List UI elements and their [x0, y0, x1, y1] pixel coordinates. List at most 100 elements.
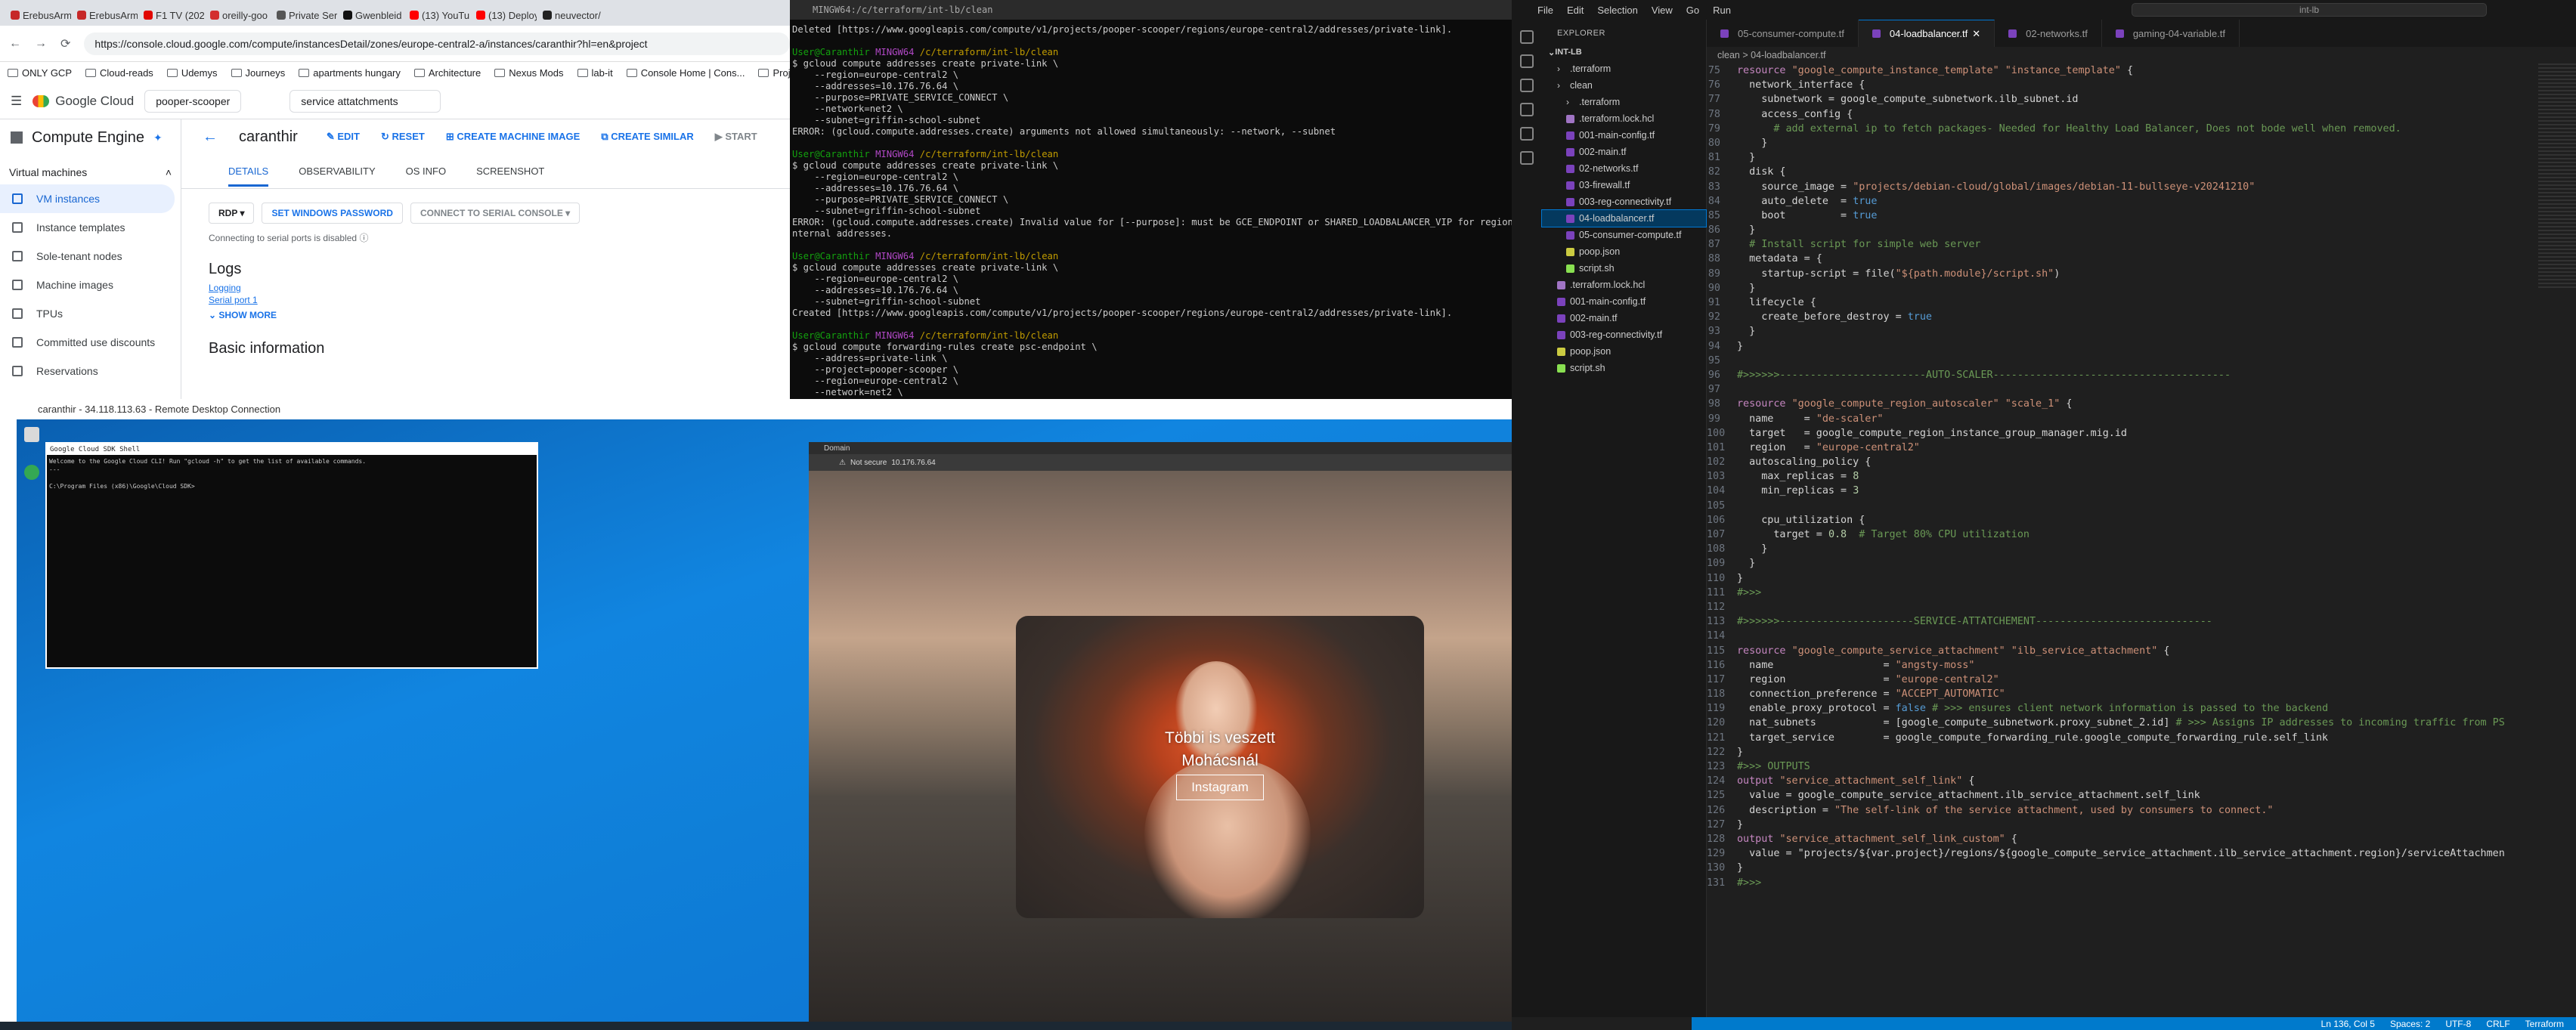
file-tree-item[interactable]: 001-main-config.tf [1542, 293, 1706, 310]
file-tree-item[interactable]: .terraform.lock.hcl [1542, 277, 1706, 293]
sidebar-item[interactable]: Instance templates [0, 213, 181, 242]
browser-tab[interactable]: Private Serv [272, 5, 337, 26]
rdp-dropdown[interactable]: RDP ▾ [209, 203, 255, 224]
logging-link[interactable]: Logging [181, 278, 790, 293]
bookmark-item[interactable]: Architecture [413, 67, 481, 79]
cloud-sdk-shell-window[interactable]: Google Cloud SDK Shell Welcome to the Go… [45, 442, 538, 669]
menu-item[interactable]: Run [1713, 5, 1731, 16]
file-tree-item[interactable]: › clean [1542, 77, 1706, 94]
start-button[interactable]: ▶ START [715, 131, 757, 143]
set-windows-password-button[interactable]: SET WINDOWS PASSWORD [262, 203, 403, 224]
bookmark-item[interactable]: Cloud-reads [85, 67, 153, 79]
breadcrumb[interactable]: clean > 04-loadbalancer.tf [1707, 47, 2576, 63]
browser-tab[interactable]: ErebusArmi [6, 5, 71, 26]
status-item[interactable]: CRLF [2486, 1019, 2509, 1029]
file-tree-item[interactable]: 002-main.tf [1542, 144, 1706, 160]
bookmark-item[interactable]: Projects - SonarCloud [758, 67, 790, 79]
file-tree-item[interactable]: 02-networks.tf [1542, 160, 1706, 177]
close-icon[interactable]: ✕ [1972, 28, 1980, 40]
editor-tab[interactable]: gaming-04-variable.tf [2102, 20, 2240, 47]
editor-tab[interactable]: 05-consumer-compute.tf [1707, 20, 1859, 47]
back-arrow-icon[interactable]: ← [203, 128, 218, 146]
create-machine-image-button[interactable]: ⊞ CREATE MACHINE IMAGE [446, 131, 581, 143]
file-tree-item[interactable]: 003-reg-connectivity.tf [1542, 326, 1706, 343]
editor-tab[interactable]: 04-loadbalancer.tf ✕ [1858, 20, 1995, 47]
file-tree-item[interactable]: 001-main-config.tf [1542, 127, 1706, 144]
browser-tab[interactable]: (13) Deploy [472, 5, 537, 26]
file-tree-item[interactable]: 04-loadbalancer.tf [1541, 209, 1707, 227]
sidebar-item[interactable]: TPUs [0, 299, 181, 328]
status-item[interactable]: Spaces: 2 [2390, 1019, 2430, 1029]
bookmark-item[interactable]: ONLY GCP [8, 67, 72, 79]
project-selector[interactable]: pooper-scooper [144, 89, 242, 113]
serial-port-link[interactable]: Serial port 1 [181, 293, 790, 305]
sidebar-item[interactable]: VM instances [0, 184, 175, 213]
menu-item[interactable]: Selection [1597, 5, 1637, 16]
reload-icon[interactable]: ⟳ [60, 36, 70, 51]
help-icon[interactable]: ⓘ [359, 233, 368, 243]
show-more-button[interactable]: ⌄ SHOW MORE [181, 305, 790, 320]
url-input[interactable]: https://console.cloud.google.com/compute… [84, 32, 790, 55]
editor-tab[interactable]: 02-networks.tf [1995, 20, 2102, 47]
instagram-button[interactable]: Instagram [1176, 775, 1264, 800]
menu-item[interactable]: Edit [1567, 5, 1584, 16]
bookmark-item[interactable]: Nexus Mods [494, 67, 564, 79]
browser-tab[interactable]: Gwenbleid [339, 5, 404, 26]
file-tree-item[interactable]: 05-consumer-compute.tf [1542, 227, 1706, 243]
tab-screenshot[interactable]: SCREENSHOT [476, 165, 544, 177]
forward-icon[interactable]: → [35, 37, 47, 51]
sidebar-item[interactable]: Reservations [0, 357, 181, 385]
desktop-shortcut-icon[interactable] [24, 465, 39, 480]
explorer-icon[interactable] [1520, 30, 1534, 44]
file-tree-item[interactable]: 03-firewall.tf [1542, 177, 1706, 193]
menu-item[interactable]: View [1652, 5, 1673, 16]
menu-item[interactable]: File [1537, 5, 1553, 16]
pin-icon[interactable]: ✦ [153, 131, 163, 144]
file-tree-item[interactable]: .terraform.lock.hcl [1542, 110, 1706, 127]
menu-icon[interactable]: ☰ [11, 94, 22, 109]
gcp-logo[interactable]: Google Cloud [33, 94, 134, 109]
file-tree-item[interactable]: script.sh [1542, 260, 1706, 277]
bookmark-item[interactable]: Udemys [166, 67, 218, 79]
terminal-window[interactable]: MINGW64:/c/terraform/int-lb/clean Delete… [790, 0, 1512, 435]
nav-section-virtual-machines[interactable]: Virtual machines ˄ [0, 156, 181, 184]
recycle-bin-icon[interactable] [24, 427, 39, 442]
file-tree-item[interactable]: › .terraform [1542, 60, 1706, 77]
cloud-sdk-shell-output[interactable]: Welcome to the Google Cloud CLI! Run "gc… [47, 455, 537, 493]
bookmark-item[interactable]: apartments hungary [299, 67, 401, 79]
reset-button[interactable]: ↻ RESET [381, 131, 425, 143]
code-editor[interactable]: 75 resource "google_compute_instance_temp… [1707, 63, 2538, 1017]
source-control-icon[interactable] [1520, 79, 1534, 92]
remote-desktop-window[interactable]: caranthir - 34.118.113.63 - Remote Deskt… [17, 399, 1692, 1030]
browser-tab[interactable]: oreilly-goo [206, 5, 271, 26]
menu-item[interactable]: Go [1686, 5, 1699, 16]
back-icon[interactable]: ← [9, 37, 21, 51]
minimap[interactable] [2538, 63, 2576, 290]
sidebar-item[interactable]: Committed use discounts [0, 328, 181, 357]
status-item[interactable]: Ln 136, Col 5 [2321, 1019, 2375, 1029]
tab-observability[interactable]: OBSERVABILITY [299, 165, 375, 177]
bookmark-item[interactable]: Journeys [231, 67, 285, 79]
status-item[interactable]: UTF-8 [2445, 1019, 2471, 1029]
explorer-root[interactable]: ⌄ INT-LB [1542, 44, 1706, 60]
remote-icon[interactable] [1520, 151, 1534, 165]
command-center-search[interactable]: int-lb [2132, 3, 2487, 17]
create-similar-button[interactable]: ⧉ CREATE SIMILAR [601, 131, 693, 143]
file-tree-item[interactable]: poop.json [1542, 243, 1706, 260]
sidebar-item[interactable]: Sole-tenant nodes [0, 242, 181, 271]
run-debug-icon[interactable] [1520, 103, 1534, 116]
file-tree-item[interactable]: script.sh [1542, 360, 1706, 376]
terminal-output[interactable]: Deleted [https://www.googleapis.com/comp… [790, 20, 1512, 435]
chevron-up-icon[interactable]: ˄ [166, 166, 172, 178]
bookmark-item[interactable]: Console Home | Cons... [626, 67, 745, 79]
file-tree-item[interactable]: 003-reg-connectivity.tf [1542, 193, 1706, 210]
file-tree-item[interactable]: 002-main.tf [1542, 310, 1706, 326]
serial-console-button[interactable]: CONNECT TO SERIAL CONSOLE ▾ [410, 203, 581, 224]
browser-tab[interactable]: ErebusArmi [73, 5, 138, 26]
file-tree-item[interactable]: poop.json [1542, 343, 1706, 360]
edit-button[interactable]: ✎ EDIT [327, 131, 360, 143]
tab-os-info[interactable]: OS INFO [406, 165, 446, 177]
status-item[interactable]: Terraform [2525, 1019, 2564, 1029]
browser-tab[interactable]: neuvector/ [538, 5, 603, 26]
sidebar-item[interactable]: Machine images [0, 271, 181, 299]
